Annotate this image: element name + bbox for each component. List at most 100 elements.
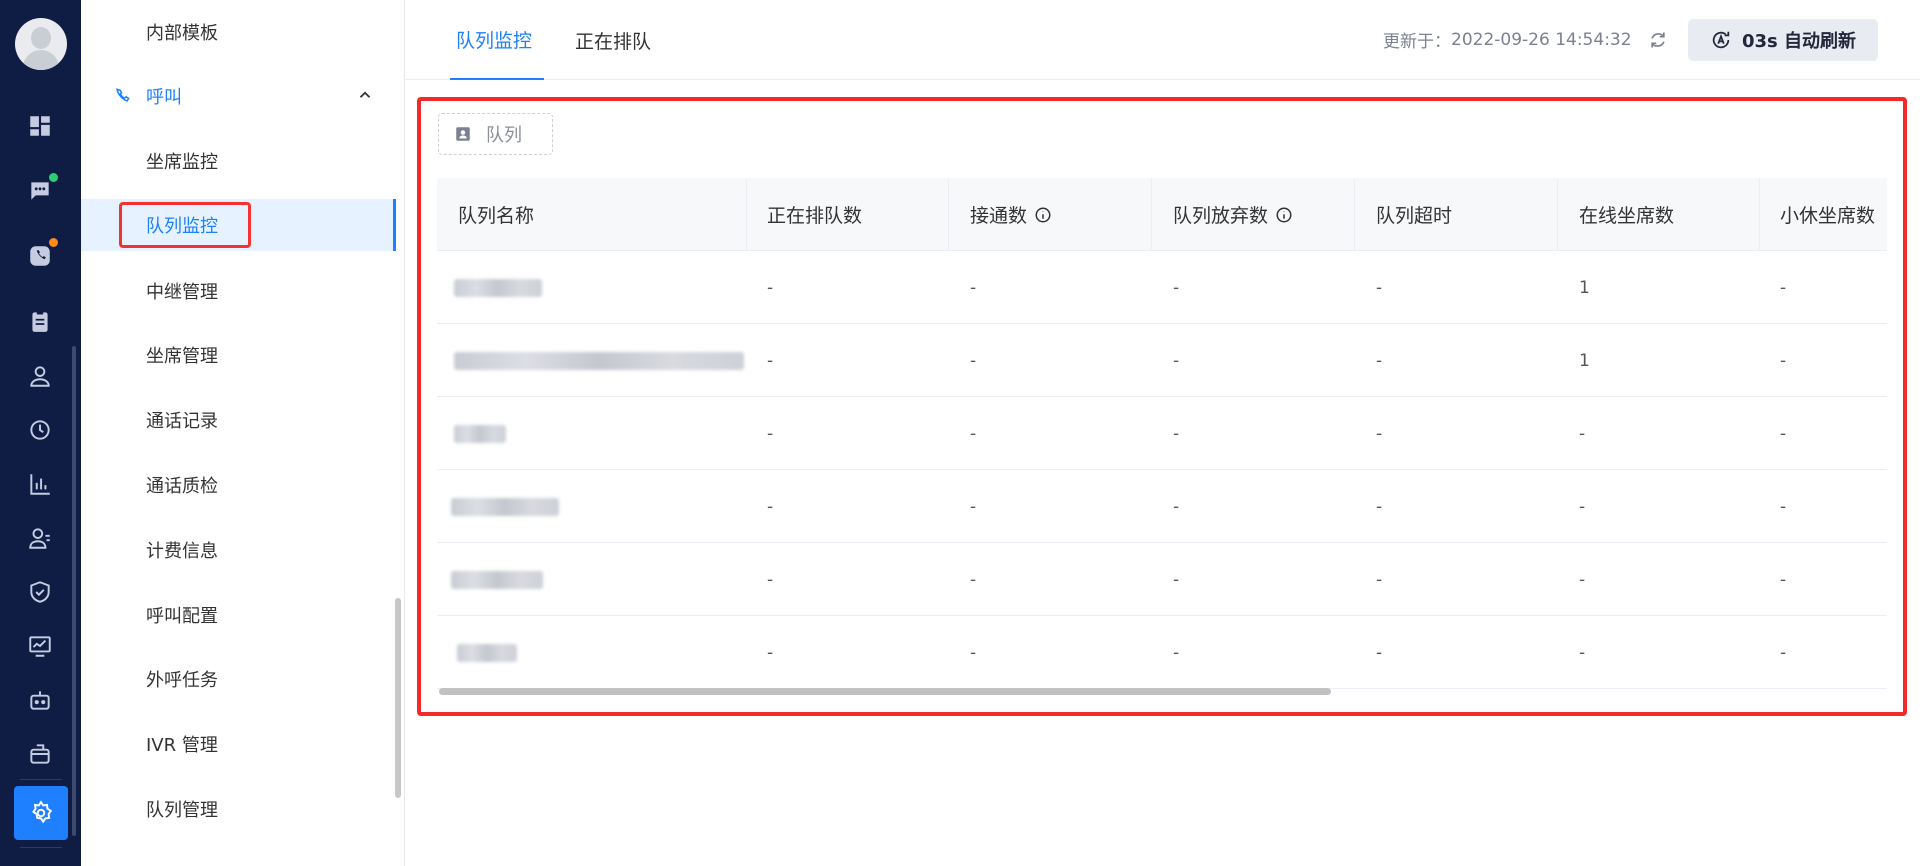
- shield-icon[interactable]: [24, 576, 56, 608]
- redacted-name: [451, 497, 559, 516]
- clipboard-icon[interactable]: [24, 305, 56, 337]
- table-row[interactable]: - - - - 1 -: [437, 251, 1887, 324]
- table-header: 队列名称 正在排队数 接通数 队列放弃数 队列超时 在线坐席数 小休坐席数: [437, 178, 1887, 251]
- auto-refresh-button[interactable]: 03s 自动刷新: [1688, 19, 1878, 61]
- cell-break: -: [1780, 277, 1787, 298]
- table-horizontal-scrollbar[interactable]: [439, 688, 1331, 695]
- sidebar-item-trunk-management[interactable]: 中继管理: [81, 265, 396, 317]
- sidebar-item-label: 呼叫配置: [146, 606, 218, 627]
- cell-waiting: -: [767, 277, 774, 298]
- chat-badge: [47, 171, 60, 184]
- updated-label: 更新于：: [1383, 32, 1451, 52]
- info-icon[interactable]: [1275, 206, 1293, 224]
- queue-filter[interactable]: 队列: [438, 113, 553, 155]
- sidebar-item-internal-template[interactable]: 内部模板: [81, 6, 396, 58]
- sidebar-item-call-records[interactable]: 通话记录: [81, 394, 396, 446]
- queue-table: 队列名称 正在排队数 接通数 队列放弃数 队列超时 在线坐席数 小休坐席数 - …: [437, 178, 1887, 689]
- monitor-icon[interactable]: [24, 630, 56, 662]
- redacted-name: [454, 424, 506, 443]
- sidebar-item-queue-management[interactable]: 队列管理: [81, 783, 396, 835]
- cell-abandoned: -: [1173, 642, 1180, 663]
- sidebar-scrollbar[interactable]: [395, 598, 401, 798]
- user-icon[interactable]: [24, 360, 56, 392]
- sidebar-group-call[interactable]: 呼叫: [81, 70, 396, 122]
- contacts-icon[interactable]: [24, 522, 56, 554]
- refresh-icon[interactable]: [1648, 30, 1668, 50]
- cell-abandoned: -: [1173, 423, 1180, 444]
- sidebar-item-label: IVR 管理: [146, 735, 218, 756]
- rail-divider: [20, 847, 62, 848]
- mailbox-icon[interactable]: [24, 738, 56, 770]
- tab-bar: 队列监控 正在排队 更新于： 2022-09-26 14:54:32 03s 自…: [405, 0, 1920, 80]
- tab-queueing[interactable]: 正在排队: [575, 0, 651, 80]
- sidebar-item-label: 通话质检: [146, 476, 218, 497]
- sidebar-item-queue-monitor[interactable]: 队列监控: [81, 199, 396, 251]
- cell-answered: -: [970, 350, 977, 371]
- redacted-name: [451, 570, 543, 589]
- tab-label: 队列监控: [456, 29, 533, 52]
- sidebar-item-label: 外呼任务: [146, 670, 218, 691]
- redacted-name: [454, 278, 542, 297]
- sidebar-item-label: 通话记录: [146, 411, 218, 432]
- cell-answered: -: [970, 642, 977, 663]
- cell-online: -: [1579, 423, 1586, 444]
- cell-waiting: -: [767, 569, 774, 590]
- table-row[interactable]: - - - - - -: [437, 470, 1887, 543]
- sidebar-item-agent-monitor[interactable]: 坐席监控: [81, 135, 396, 187]
- chat-icon[interactable]: [24, 171, 60, 207]
- contact-card-icon: [456, 127, 470, 141]
- bar-chart-icon[interactable]: [24, 468, 56, 500]
- robot-icon[interactable]: [24, 684, 56, 716]
- sidebar-item-label: 坐席管理: [146, 346, 218, 367]
- cell-online: -: [1579, 496, 1586, 517]
- cell-abandoned: -: [1173, 496, 1180, 517]
- secondary-sidebar: 内部模板 呼叫 坐席监控 队列监控 中继管理 坐席管理 通话记录 通话质检 计费…: [81, 0, 405, 866]
- table-row[interactable]: - - - - - -: [437, 543, 1887, 616]
- sidebar-item-call-config[interactable]: 呼叫配置: [81, 589, 396, 641]
- table-row[interactable]: - - - - 1 -: [437, 324, 1887, 397]
- settings-icon[interactable]: [14, 786, 68, 840]
- phone-icon[interactable]: [24, 236, 60, 272]
- col-timeout: 队列超时: [1355, 178, 1558, 251]
- cell-abandoned: -: [1173, 277, 1180, 298]
- sidebar-item-agent-management[interactable]: 坐席管理: [81, 329, 396, 381]
- sidebar-item-label: 内部模板: [146, 23, 218, 44]
- cell-timeout: -: [1376, 277, 1383, 298]
- cell-timeout: -: [1376, 569, 1383, 590]
- cell-break: -: [1780, 496, 1787, 517]
- cell-timeout: -: [1376, 496, 1383, 517]
- dashboard-icon[interactable]: [24, 110, 56, 142]
- cell-timeout: -: [1376, 423, 1383, 444]
- sidebar-item-outbound-tasks[interactable]: 外呼任务: [81, 653, 396, 705]
- auto-refresh-label: 03s 自动刷新: [1741, 31, 1857, 52]
- col-online-agents: 在线坐席数: [1558, 178, 1760, 251]
- sidebar-item-label: 计费信息: [146, 541, 218, 562]
- info-icon[interactable]: [1034, 206, 1052, 224]
- history-icon[interactable]: [24, 414, 56, 446]
- cell-answered: -: [970, 423, 977, 444]
- cell-answered: -: [970, 496, 977, 517]
- tab-queue-monitor[interactable]: 队列监控: [450, 0, 545, 80]
- auto-refresh-icon: [1712, 31, 1730, 49]
- cell-timeout: -: [1376, 350, 1383, 371]
- cell-answered: -: [970, 277, 977, 298]
- phone-icon: [116, 88, 130, 102]
- rail-scrollbar[interactable]: [72, 346, 76, 836]
- cell-break: -: [1780, 350, 1787, 371]
- cell-waiting: -: [767, 423, 774, 444]
- sidebar-item-call-qa[interactable]: 通话质检: [81, 459, 396, 511]
- col-queue-name: 队列名称: [437, 178, 747, 251]
- cell-online: -: [1579, 642, 1586, 663]
- col-waiting: 正在排队数: [747, 178, 949, 251]
- cell-online: 1: [1579, 350, 1590, 371]
- tab-label: 正在排队: [575, 30, 652, 53]
- chevron-up-icon[interactable]: [356, 86, 374, 104]
- sidebar-item-ivr-management[interactable]: IVR 管理: [81, 718, 396, 770]
- cell-waiting: -: [767, 642, 774, 663]
- updated-time: 2022-09-26 14:54:32: [1451, 29, 1632, 50]
- table-row[interactable]: - - - - - -: [437, 397, 1887, 470]
- sidebar-item-billing[interactable]: 计费信息: [81, 524, 396, 576]
- table-row[interactable]: - - - - - -: [437, 616, 1887, 689]
- cell-break: -: [1780, 569, 1787, 590]
- avatar[interactable]: [15, 18, 67, 70]
